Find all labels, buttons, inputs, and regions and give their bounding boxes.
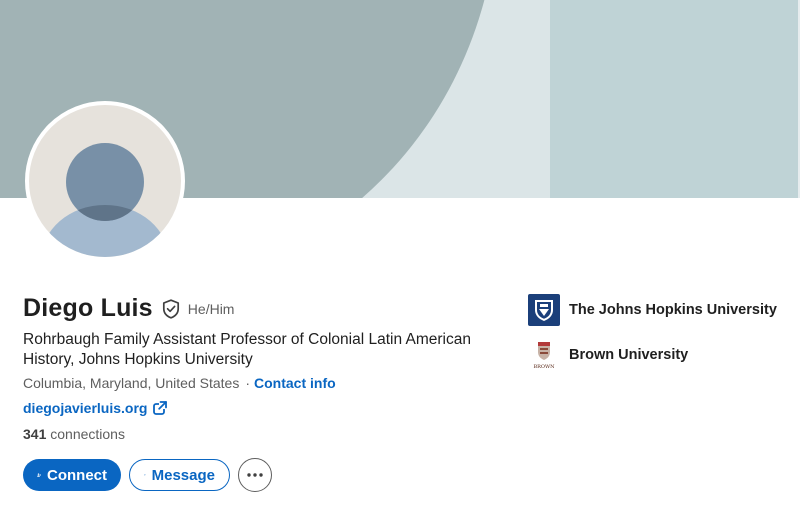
org-item-brown[interactable]: BROWN Brown University (528, 339, 777, 371)
location-row: Columbia, Maryland, United States · Contac… (23, 375, 336, 391)
brown-shield-logo-icon: BROWN (528, 339, 560, 371)
location-text: Columbia, Maryland, United States (23, 375, 240, 391)
website-link[interactable]: diegojavierluis.org (23, 400, 168, 416)
ellipsis-icon (247, 473, 263, 477)
verified-shield-icon[interactable] (162, 298, 180, 319)
connect-label: Connect (47, 466, 107, 484)
location-separator: · (245, 375, 250, 391)
message-label: Message (151, 466, 215, 484)
avatar[interactable] (25, 101, 185, 261)
add-person-icon (37, 473, 41, 477)
connections-number: 341 (23, 426, 47, 442)
profile-actions: Connect Message (23, 458, 272, 492)
connections-count[interactable]: 341 connections (23, 426, 125, 442)
profile-name: Diego Luis (23, 294, 153, 322)
message-button[interactable]: Message (129, 459, 230, 491)
pronouns: He/Him (187, 300, 235, 317)
external-link-icon (153, 401, 168, 415)
jhu-shield-logo-icon (528, 294, 560, 326)
more-actions-button[interactable] (238, 458, 272, 492)
org-name: The Johns Hopkins University (569, 302, 777, 318)
connections-label: connections (50, 426, 125, 442)
profile-headline: Rohrbaugh Family Assistant Professor of … (23, 331, 471, 368)
banner-right-panel (550, 0, 800, 198)
website-text: diegojavierluis.org (23, 400, 148, 416)
org-item-johns-hopkins[interactable]: The Johns Hopkins University (528, 294, 777, 326)
brown-logo-text: BROWN (533, 364, 555, 370)
send-icon (144, 474, 146, 476)
name-row: Diego Luis He/Him (23, 294, 234, 323)
contact-info-link[interactable]: Contact info (254, 375, 336, 391)
organizations-list: The Johns Hopkins University BROWN Brown… (528, 294, 777, 384)
avatar-overlap (66, 143, 144, 221)
org-name: Brown University (569, 347, 689, 363)
connect-button[interactable]: Connect (23, 459, 121, 491)
profile-card: Diego Luis He/Him Rohrbaugh Family Assis… (0, 0, 800, 510)
